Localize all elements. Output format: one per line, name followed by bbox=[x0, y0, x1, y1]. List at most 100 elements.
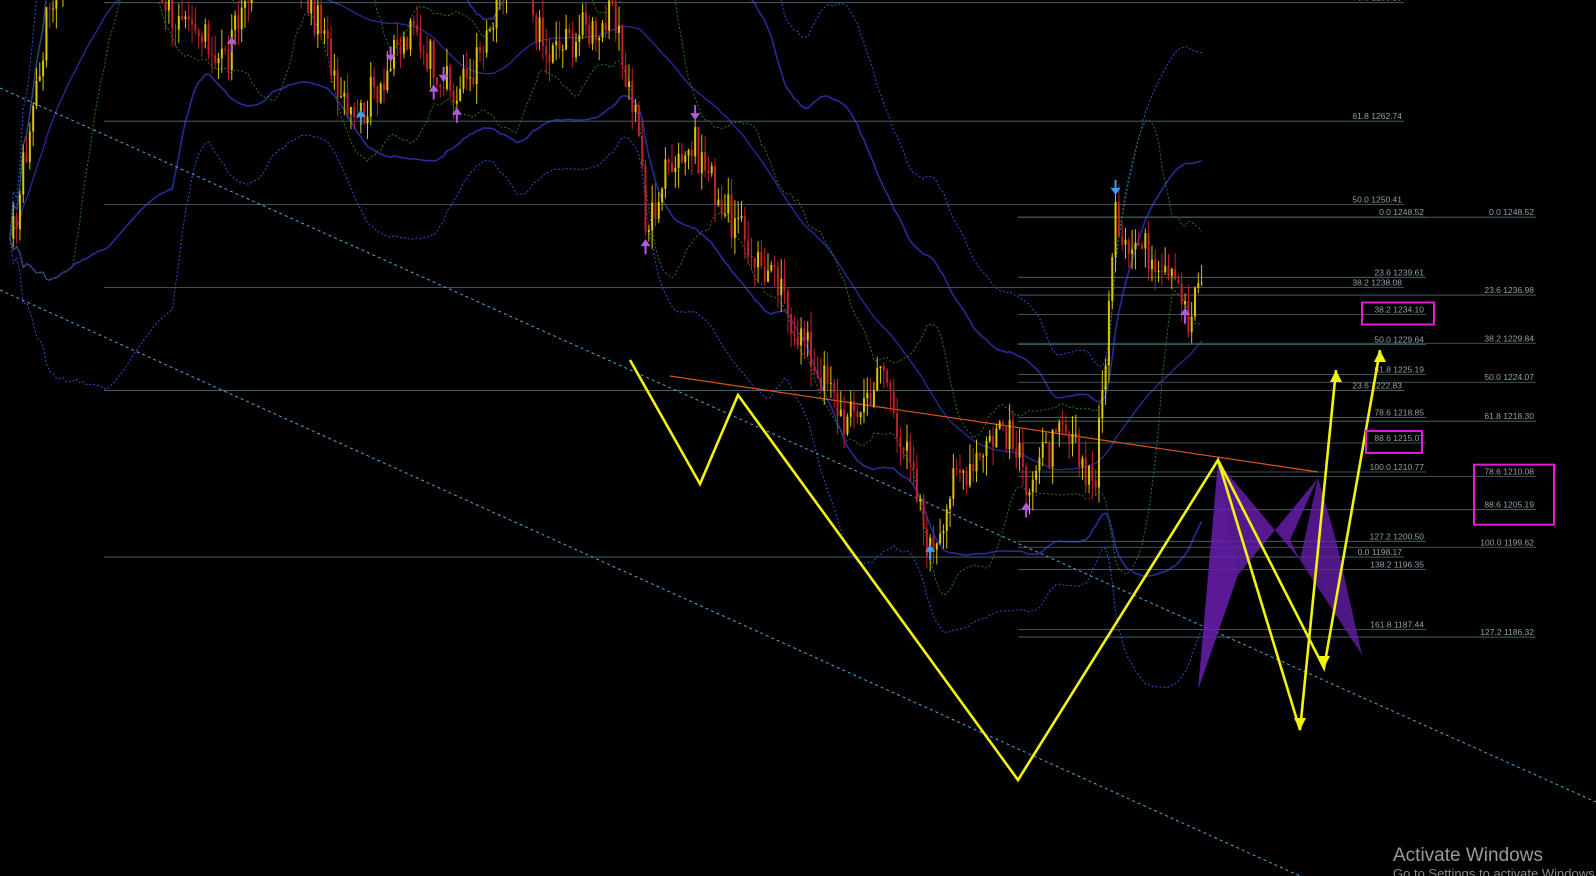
candle-body bbox=[409, 20, 412, 50]
fib-label-1-7: 0.0 1198.17 bbox=[1358, 547, 1403, 557]
candle-body bbox=[621, 25, 624, 66]
harmonic-pattern bbox=[1198, 462, 1362, 690]
candle-body bbox=[902, 447, 905, 451]
candle-body bbox=[624, 65, 627, 87]
candle-body bbox=[224, 48, 227, 50]
candle-body bbox=[906, 441, 909, 451]
fib-label-1-5: 38.2 1238.08 bbox=[1352, 278, 1402, 288]
candle-body bbox=[1025, 466, 1028, 496]
candle-body bbox=[187, 16, 190, 20]
candle-body bbox=[217, 58, 220, 64]
candle-body bbox=[1045, 441, 1048, 443]
candle-body bbox=[435, 77, 438, 85]
candle-body bbox=[985, 441, 988, 456]
candle-body bbox=[780, 278, 783, 295]
candle-body bbox=[651, 202, 654, 231]
candle-body bbox=[793, 333, 796, 336]
candle-body bbox=[200, 36, 203, 42]
candle-body bbox=[495, 0, 498, 28]
candle-body bbox=[958, 469, 961, 473]
fib-label-3-7: 100.0 1199.62 bbox=[1480, 537, 1534, 547]
candle-body bbox=[558, 41, 561, 50]
envelope-lower-line bbox=[9, 134, 1203, 689]
candle-body bbox=[426, 52, 429, 69]
candle-body bbox=[28, 131, 31, 163]
candle-body bbox=[707, 170, 710, 174]
candle-body bbox=[972, 463, 975, 472]
candle-body bbox=[664, 159, 667, 189]
fib-label-2-4: 61.8 1225.19 bbox=[1374, 365, 1424, 375]
candle-body bbox=[826, 365, 829, 384]
candle-body bbox=[442, 86, 445, 89]
candle-body bbox=[687, 149, 690, 156]
candle-body bbox=[810, 332, 813, 367]
candle-body bbox=[786, 291, 789, 315]
fib-label-3-6: 88.6 1205.19 bbox=[1484, 500, 1534, 510]
candle-body bbox=[909, 441, 912, 463]
candle-body bbox=[449, 66, 452, 91]
candle-body bbox=[336, 70, 339, 98]
candle-body bbox=[677, 153, 680, 168]
candle-body bbox=[353, 107, 356, 117]
candle-body bbox=[164, 2, 167, 11]
candle-body bbox=[306, 0, 309, 14]
fib-label-2-2: 38.2 1234.10 bbox=[1374, 305, 1424, 315]
candle-body bbox=[462, 68, 465, 89]
candle-body bbox=[869, 393, 872, 407]
fib-label-2-9: 138.2 1196.35 bbox=[1370, 559, 1424, 569]
candle-body bbox=[416, 24, 419, 33]
candle-body bbox=[889, 382, 892, 392]
candle-body bbox=[250, 0, 253, 4]
candle-body bbox=[714, 165, 717, 205]
candle-body bbox=[419, 32, 422, 53]
candle-body bbox=[790, 314, 793, 334]
candle-body bbox=[227, 48, 230, 71]
candle-body bbox=[939, 533, 942, 544]
candle-body bbox=[548, 54, 551, 63]
candle-body bbox=[310, 0, 313, 14]
signal-arrow-head-10 bbox=[690, 113, 701, 121]
candle-body bbox=[627, 81, 630, 87]
candle-body bbox=[588, 24, 591, 44]
candle-body bbox=[1031, 479, 1034, 493]
candle-body bbox=[591, 21, 594, 44]
fib-label-2-6: 88.6 1215.07 bbox=[1374, 433, 1424, 443]
chart-window: 78.6 1280.29 61.8 1262.74 50.0 1250.41 38.2… bbox=[0, 0, 1596, 876]
candle-body bbox=[1011, 420, 1014, 449]
candle-body bbox=[210, 54, 213, 56]
candle-body bbox=[1005, 425, 1008, 450]
candle-body bbox=[747, 240, 750, 256]
candle-body bbox=[575, 41, 578, 58]
candle-body bbox=[1048, 441, 1051, 467]
fib-label-2-0: 0.0 1248.52 bbox=[1379, 207, 1424, 217]
candle-body bbox=[492, 27, 495, 30]
candle-body bbox=[730, 194, 733, 238]
candle-body bbox=[740, 215, 743, 219]
price-chart[interactable]: 78.6 1280.29 61.8 1262.74 50.0 1250.41 38.2… bbox=[0, 0, 1596, 876]
candle-body bbox=[177, 16, 180, 30]
candle-body bbox=[962, 470, 965, 473]
candle-body bbox=[432, 40, 435, 78]
candle-body bbox=[1184, 300, 1187, 305]
candle-body bbox=[992, 435, 995, 447]
candle-body bbox=[571, 32, 574, 58]
candle-body bbox=[819, 377, 822, 391]
candle-body bbox=[892, 391, 895, 414]
candle-body bbox=[479, 47, 482, 52]
candle-body bbox=[1154, 259, 1157, 273]
candle-body bbox=[608, 0, 611, 31]
fib-label-2-5: 78.6 1218.85 bbox=[1374, 407, 1424, 417]
candle-body bbox=[829, 383, 832, 385]
candle-body bbox=[538, 17, 541, 42]
candle-body bbox=[753, 257, 756, 268]
bollinger-lower-line bbox=[9, 73, 1203, 578]
candle-body bbox=[52, 8, 55, 10]
candle-body bbox=[244, 1, 247, 8]
candle-body bbox=[402, 37, 405, 54]
candle-body bbox=[922, 498, 925, 529]
candle-body bbox=[856, 410, 859, 418]
candle-body bbox=[1157, 270, 1160, 273]
candle-body bbox=[161, 0, 164, 3]
candle-body bbox=[1035, 470, 1038, 480]
candle-body bbox=[1167, 266, 1170, 277]
